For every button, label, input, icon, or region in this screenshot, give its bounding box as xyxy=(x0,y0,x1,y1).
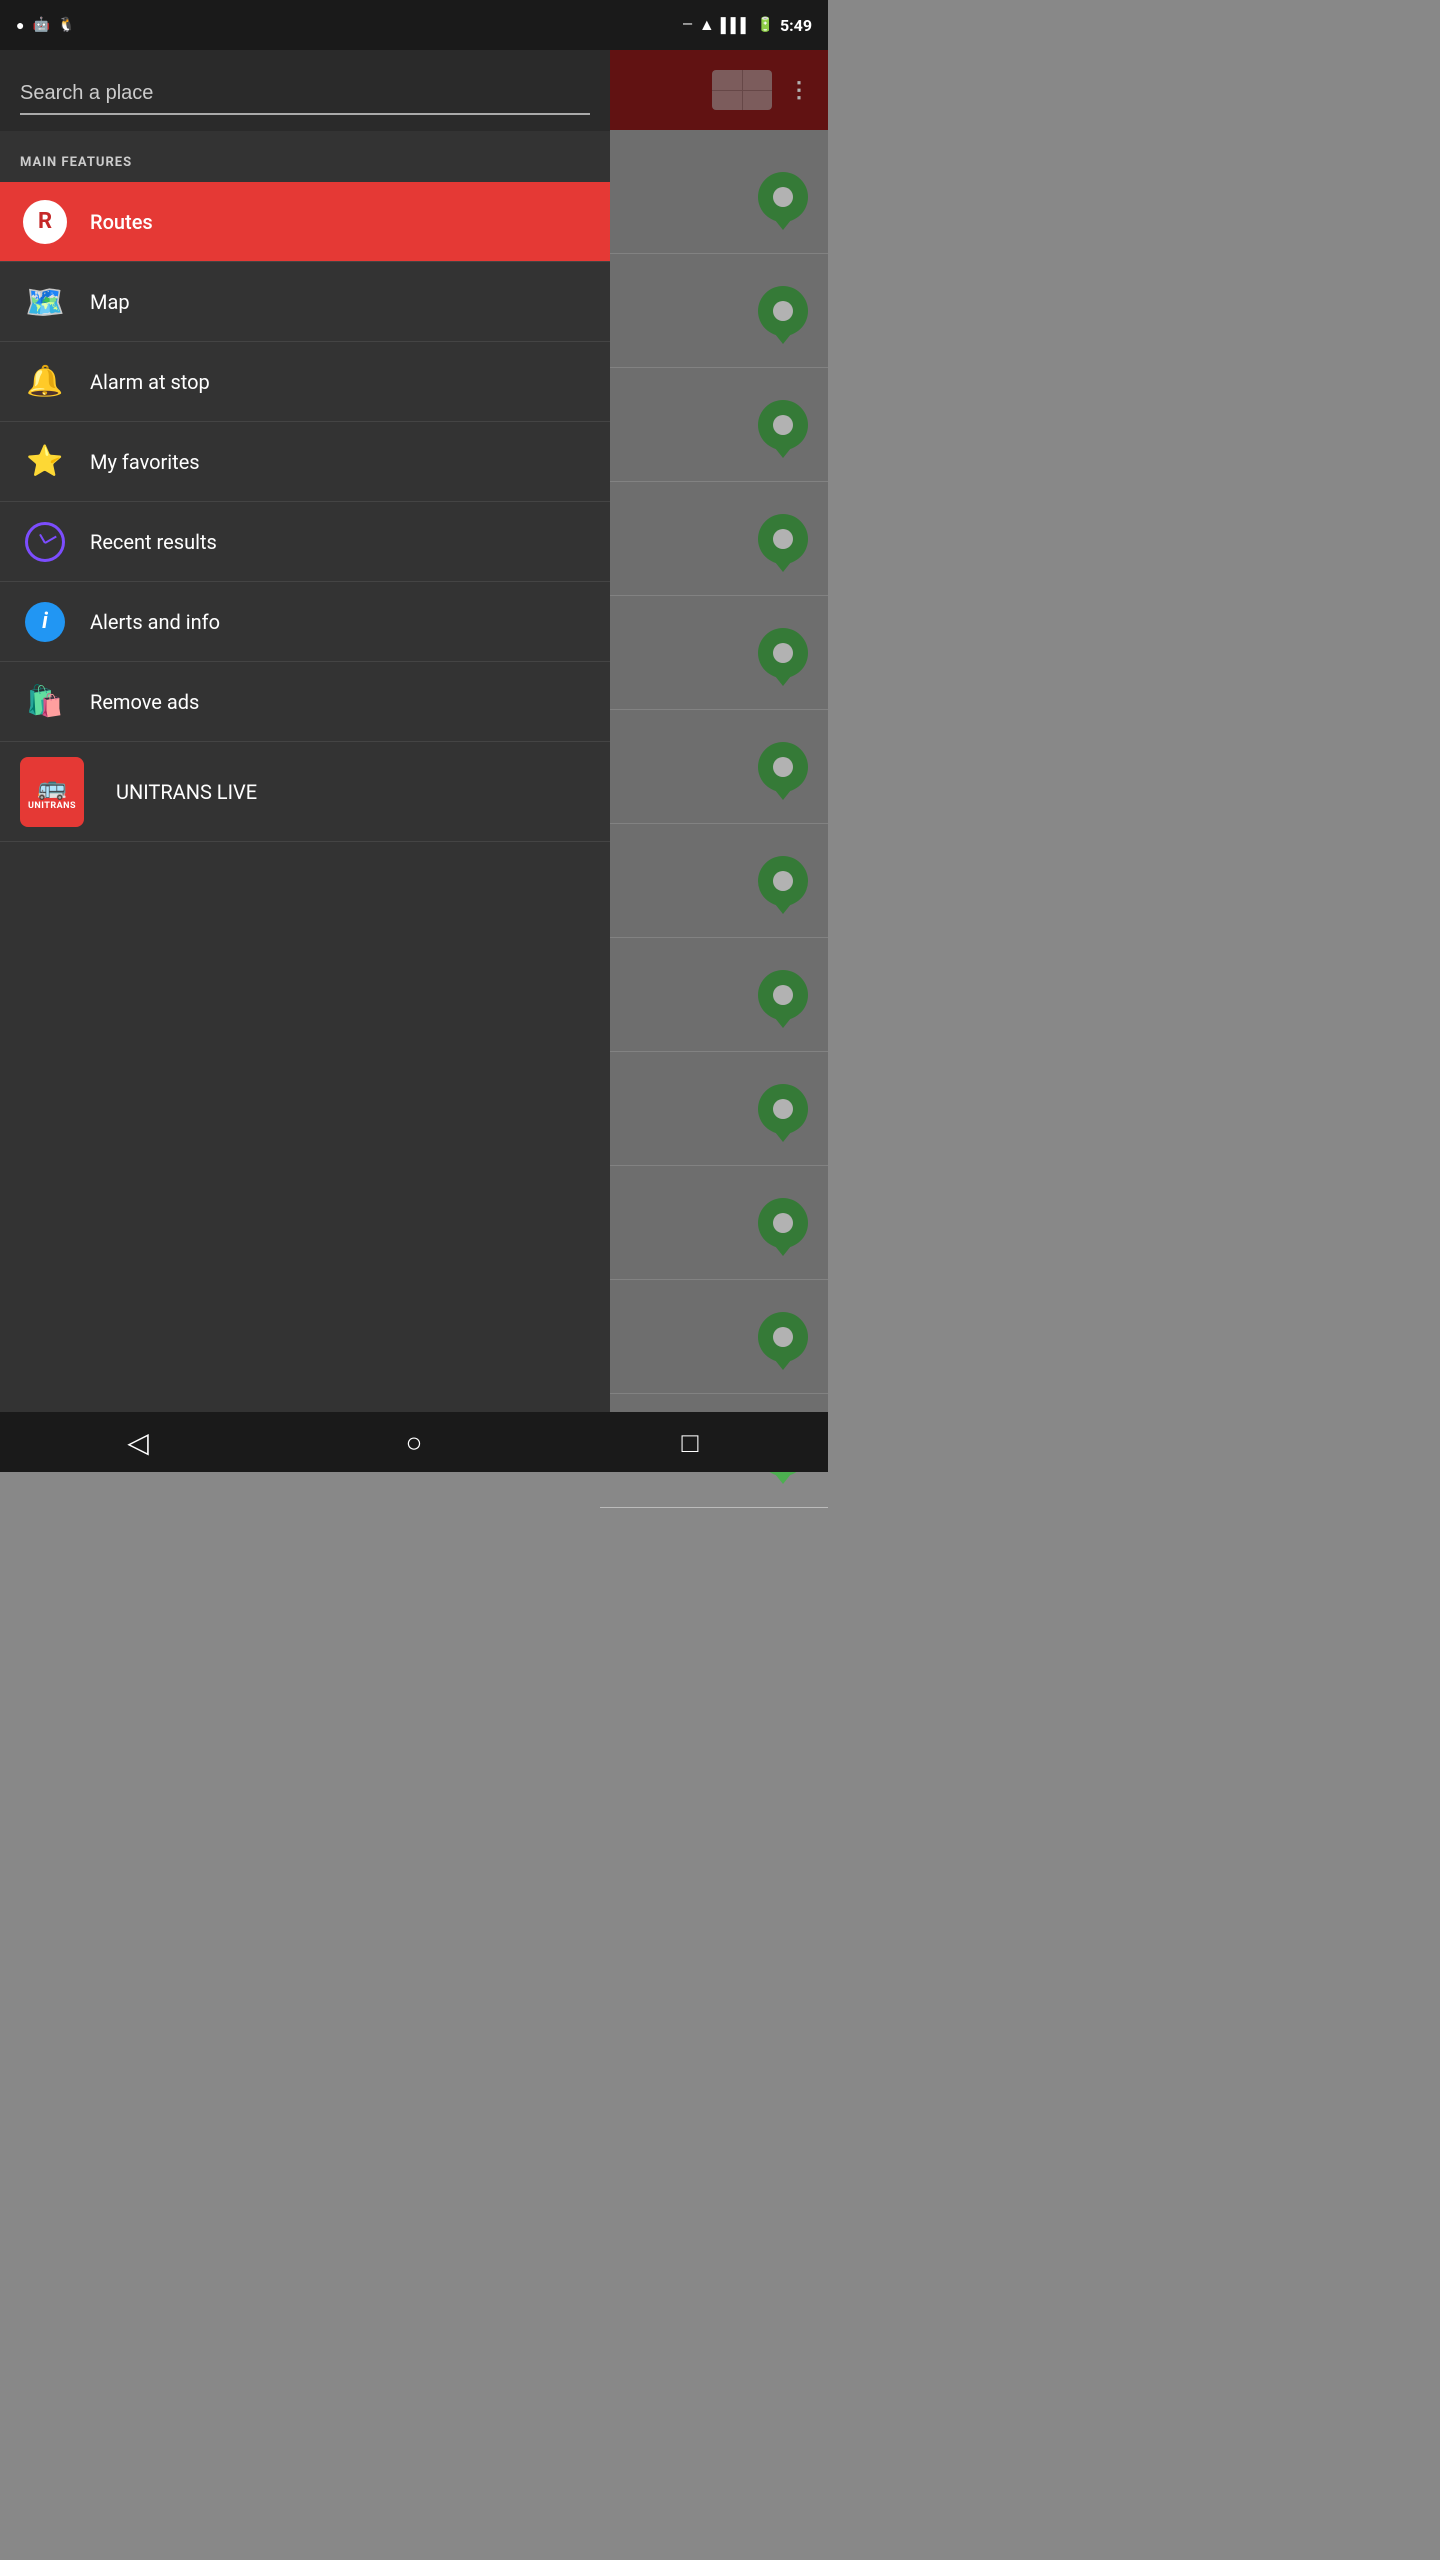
bag-icon-container: 🛍️ xyxy=(20,677,70,727)
map-label: Map xyxy=(90,290,130,314)
menu-item-routes[interactable]: R Routes xyxy=(0,182,610,262)
signal-icon: ● xyxy=(16,17,24,34)
status-bar: ● 🤖 🐧 — ▲ ▌▌▌ 🔋 5:49 xyxy=(0,0,828,50)
bag-icon: 🛍️ xyxy=(26,684,63,719)
navigation-drawer: MAIN FEATURES R Routes 🗺️ Map 🔔 xyxy=(0,50,610,1412)
routes-icon-container: R xyxy=(20,197,70,247)
unitrans-icon: 🚌 UNITRANS xyxy=(20,757,84,827)
removeads-label: Remove ads xyxy=(90,690,199,714)
wifi-icon: ▲ xyxy=(699,15,715,35)
back-button[interactable]: ◁ xyxy=(108,1412,168,1472)
clock-display: 5:49 xyxy=(780,16,812,35)
clock-icon-container xyxy=(20,517,70,567)
alarm-icon-container: 🔔 xyxy=(20,357,70,407)
signal-bars-icon: ▌▌▌ xyxy=(721,17,751,34)
menu-item-removeads[interactable]: 🛍️ Remove ads xyxy=(0,662,610,742)
alarm-icon: 🔔 xyxy=(26,364,63,399)
menu-item-alarm[interactable]: 🔔 Alarm at stop xyxy=(0,342,610,422)
overlay xyxy=(600,50,828,1412)
unitrans-bus-icon: 🚌 xyxy=(37,773,67,801)
routes-icon: R xyxy=(23,200,67,244)
clock-icon xyxy=(25,522,65,562)
star-icon: ⭐ xyxy=(26,444,63,479)
search-input[interactable] xyxy=(20,74,590,115)
unitrans-label: UNITRANS LIVE xyxy=(116,780,257,804)
map-icon-container: 🗺️ xyxy=(20,277,70,327)
notification-icon: 🤖 xyxy=(32,17,49,33)
menu-item-alerts[interactable]: i Alerts and info xyxy=(0,582,610,662)
menu-item-favorites[interactable]: ⭐ My favorites xyxy=(0,422,610,502)
home-button[interactable]: ○ xyxy=(384,1412,444,1472)
recent-label: Recent results xyxy=(90,530,217,554)
alerts-label: Alerts and info xyxy=(90,610,220,634)
recent-apps-button[interactable]: □ xyxy=(660,1412,720,1472)
unitrans-icon-container: 🚌 UNITRANS xyxy=(20,752,100,832)
status-bar-left-icons: ● 🤖 🐧 xyxy=(16,17,75,34)
map-icon: 🗺️ xyxy=(25,283,65,321)
menu-item-unitrans[interactable]: 🚌 UNITRANS UNITRANS LIVE xyxy=(0,742,610,842)
menu-item-map[interactable]: 🗺️ Map xyxy=(0,262,610,342)
info-icon-container: i xyxy=(20,597,70,647)
routes-label: Routes xyxy=(90,210,153,234)
favorites-label: My favorites xyxy=(90,450,200,474)
menu-items-list: R Routes 🗺️ Map 🔔 Alarm at stop xyxy=(0,182,610,1412)
status-bar-right-icons: — ▲ ▌▌▌ 🔋 5:49 xyxy=(682,15,812,35)
alarm-label: Alarm at stop xyxy=(90,370,210,394)
home-icon: ○ xyxy=(406,1426,423,1459)
main-features-label: MAIN FEATURES xyxy=(0,131,610,182)
star-icon-container: ⭐ xyxy=(20,437,70,487)
battery-icon: 🔋 xyxy=(757,17,774,33)
bottom-nav: ◁ ○ □ xyxy=(0,1412,828,1472)
search-section xyxy=(0,50,610,131)
menu-item-recent[interactable]: Recent results xyxy=(0,502,610,582)
info-icon: i xyxy=(25,602,65,642)
back-icon: ◁ xyxy=(127,1426,149,1459)
minus-icon: — xyxy=(682,17,693,33)
android-icon: 🐧 xyxy=(58,17,75,33)
main-container: ⋮ xyxy=(0,50,828,1412)
unitrans-icon-text: UNITRANS xyxy=(28,801,76,811)
recent-apps-icon: □ xyxy=(682,1426,699,1459)
